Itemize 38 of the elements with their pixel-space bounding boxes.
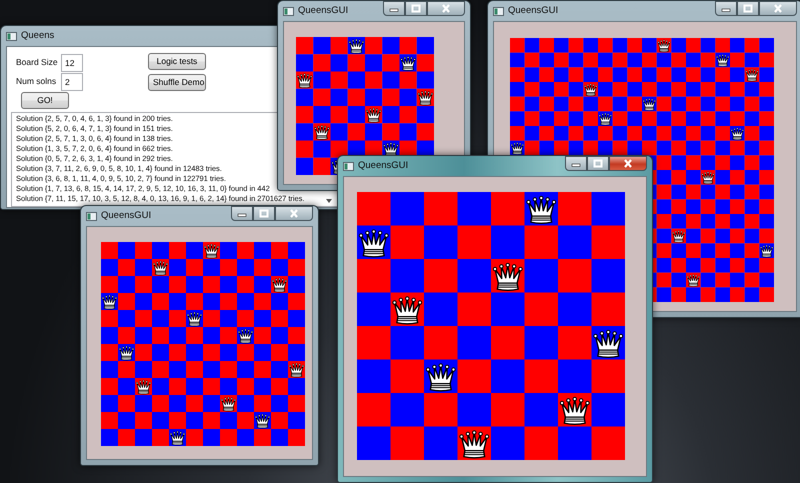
app-icon bbox=[493, 6, 504, 16]
maximize-icon bbox=[593, 159, 603, 168]
minimize-button[interactable] bbox=[715, 1, 737, 16]
scroll-down-icon[interactable] bbox=[326, 199, 332, 203]
app-icon bbox=[6, 32, 17, 40]
minimize-button[interactable] bbox=[231, 206, 253, 221]
close-icon bbox=[441, 4, 451, 13]
go-button[interactable]: GO! bbox=[21, 92, 69, 109]
app-icon bbox=[86, 212, 97, 220]
maximize-button[interactable] bbox=[405, 1, 427, 16]
minimize-button[interactable] bbox=[383, 1, 405, 16]
close-icon bbox=[773, 4, 783, 13]
window-title: QueensGUI bbox=[101, 208, 152, 223]
window-title: QueensGUI bbox=[298, 4, 348, 18]
maximize-icon bbox=[743, 4, 753, 13]
num-solns-field[interactable]: 2 bbox=[61, 72, 83, 90]
maximize-button[interactable] bbox=[253, 206, 275, 221]
app-icon bbox=[343, 162, 354, 170]
app-icon bbox=[283, 6, 294, 16]
board-size-field[interactable]: 12 bbox=[61, 54, 83, 72]
close-button[interactable] bbox=[609, 156, 647, 171]
close-button[interactable] bbox=[275, 206, 313, 221]
close-icon bbox=[623, 159, 633, 168]
maximize-icon bbox=[411, 4, 421, 13]
minimize-button[interactable] bbox=[565, 156, 587, 171]
window-title: QueensGUI bbox=[508, 4, 558, 18]
window-title: Queens bbox=[21, 28, 54, 43]
field-label: Board Size bbox=[16, 56, 59, 69]
maximize-icon bbox=[259, 209, 269, 218]
field-label: Num solns bbox=[16, 75, 58, 88]
maximize-button[interactable] bbox=[737, 1, 759, 16]
action-button[interactable]: Shuffle Demo bbox=[148, 74, 206, 91]
window-title: QueensGUI bbox=[358, 158, 408, 173]
maximize-button[interactable] bbox=[587, 156, 609, 171]
action-button[interactable]: Logic tests bbox=[148, 53, 206, 70]
close-button[interactable] bbox=[759, 1, 797, 16]
close-icon bbox=[289, 209, 299, 218]
close-button[interactable] bbox=[427, 1, 465, 16]
